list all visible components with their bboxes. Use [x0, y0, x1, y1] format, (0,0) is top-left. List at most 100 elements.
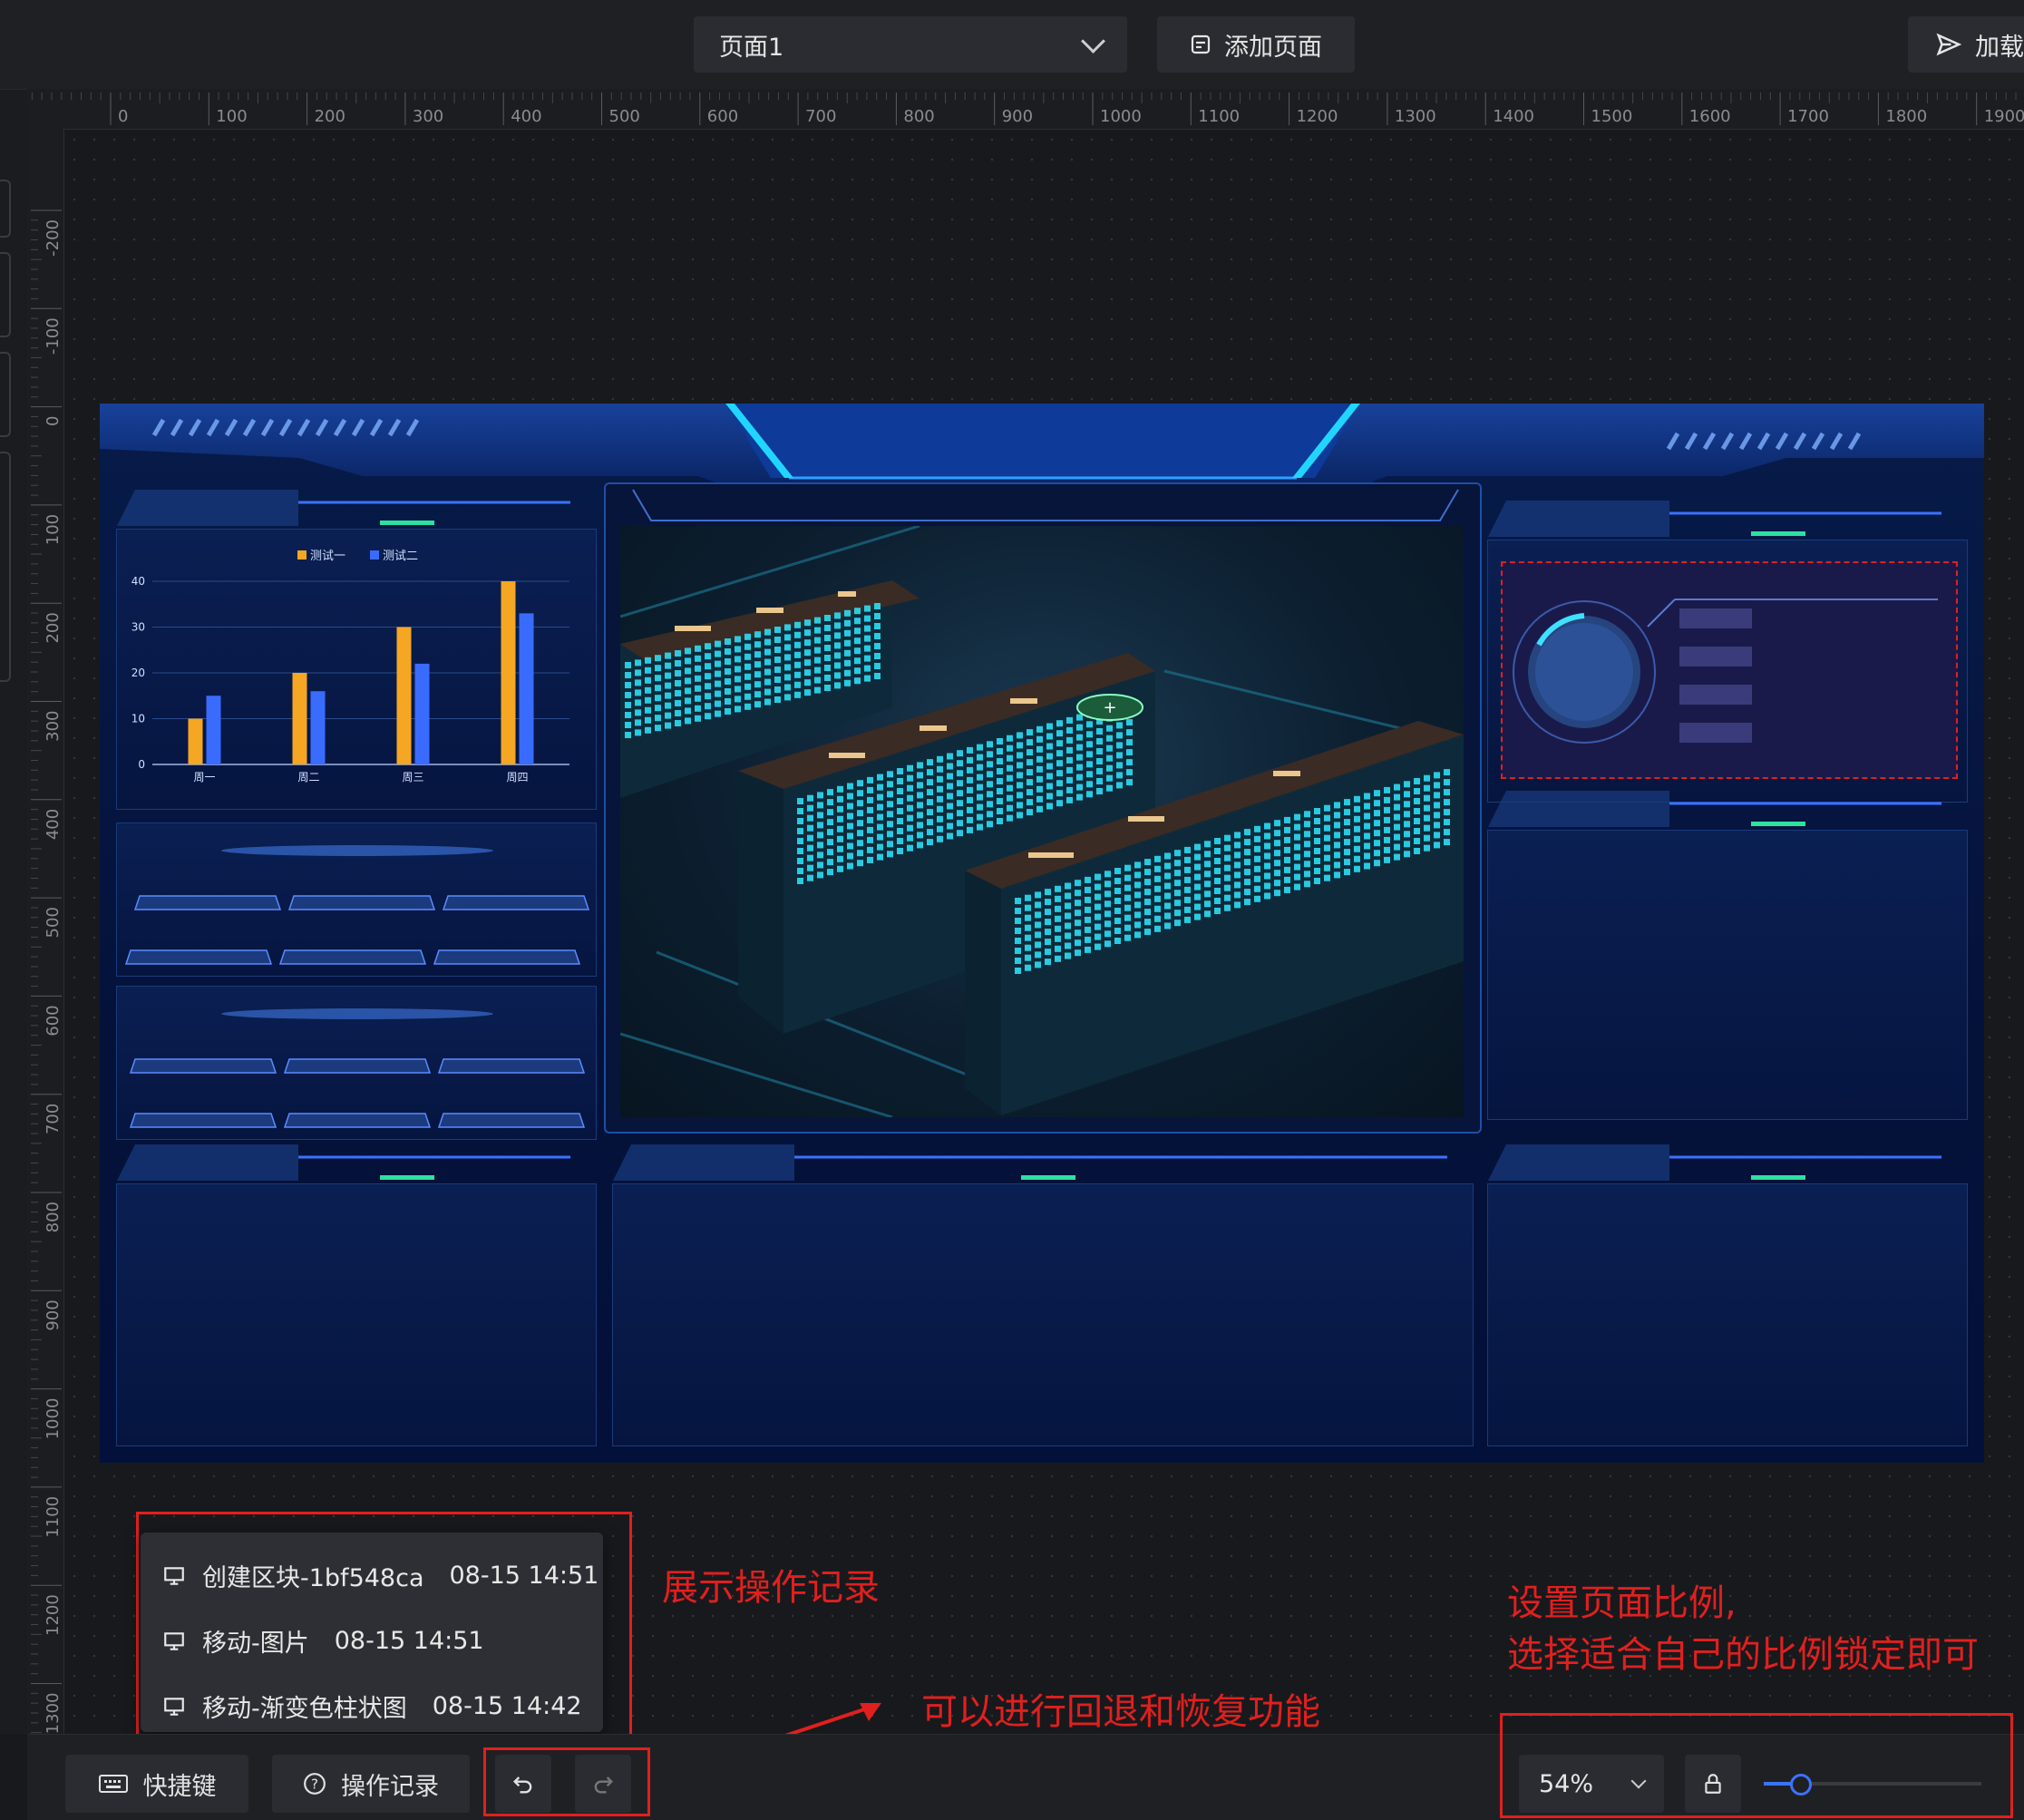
building-window — [1234, 852, 1241, 859]
ruler-tick-label: 100 — [216, 107, 247, 126]
bottom-right-panel[interactable] — [1487, 1144, 1968, 1446]
building-window — [1204, 900, 1211, 908]
building-window — [665, 682, 671, 689]
building-window — [754, 641, 761, 648]
building-window — [1144, 869, 1151, 876]
undo-button[interactable] — [495, 1755, 551, 1813]
building-window — [1144, 889, 1151, 896]
building-window — [1384, 796, 1390, 803]
building-window — [735, 656, 741, 663]
building-window — [1354, 825, 1360, 832]
right-mid-panel[interactable] — [1487, 791, 1968, 1120]
center-image-frame[interactable]: + — [604, 482, 1482, 1134]
building-window — [1106, 735, 1113, 742]
left-mid-panel[interactable] — [116, 822, 597, 977]
building-window — [957, 770, 963, 777]
hud-header-decoration — [100, 404, 1984, 490]
building-window — [977, 823, 983, 831]
y-tick-label: 10 — [131, 713, 145, 725]
building-window — [844, 679, 851, 686]
building-window — [887, 821, 893, 828]
building-window — [1056, 800, 1063, 807]
building-window — [1154, 875, 1161, 882]
left-panel-tab[interactable] — [0, 352, 11, 437]
building-window — [1294, 833, 1300, 841]
building-window — [967, 806, 973, 813]
history-item[interactable]: 移动-图片 08-15 14:51 — [162, 1623, 484, 1659]
publish-button[interactable]: 加载 — [1908, 16, 2024, 73]
building-window — [867, 846, 873, 853]
building-window — [1124, 874, 1131, 881]
building-window — [864, 615, 871, 622]
building-window — [1204, 871, 1211, 878]
history-item[interactable]: 移动-渐变色柱状图 08-15 14:42 — [162, 1689, 582, 1724]
building-window — [1274, 840, 1280, 847]
building-window — [764, 698, 771, 706]
building-window — [645, 706, 651, 714]
history-button[interactable]: ? 操作记录 — [272, 1755, 470, 1813]
building-window — [907, 814, 913, 822]
bar-chart[interactable]: 测试一 测试二 0 10 20 30 40 周一 周二 周三 周四 — [116, 538, 597, 810]
building-window — [1324, 854, 1330, 861]
bottom-left-panel[interactable] — [116, 1144, 597, 1446]
building-window — [1066, 776, 1073, 783]
ruler-tick-label: 200 — [315, 107, 345, 126]
building-window — [715, 660, 721, 667]
dashboard-artboard[interactable]: 测试一 测试二 0 10 20 30 40 周一 周二 周三 周四 + — [100, 404, 1984, 1463]
left-mid-panel[interactable] — [116, 986, 597, 1140]
zoom-select[interactable]: 54% — [1519, 1755, 1664, 1813]
shortcuts-button[interactable]: 快捷键 — [65, 1755, 248, 1813]
building-window — [1027, 729, 1033, 736]
history-item[interactable]: 创建区块-1bf548ca 08-15 14:51 — [162, 1558, 598, 1593]
monitor-icon — [164, 1631, 184, 1650]
building-window — [1214, 838, 1221, 844]
building-window — [1254, 885, 1260, 892]
building-window — [1106, 725, 1113, 732]
building-window — [827, 819, 833, 826]
lock-icon — [1705, 1774, 1721, 1794]
building-window — [1284, 826, 1290, 833]
building-window — [897, 768, 903, 774]
building-window — [744, 643, 751, 650]
building-window — [1194, 863, 1201, 871]
page-select[interactable]: 页面1 — [694, 16, 1127, 73]
building-window — [817, 871, 823, 879]
selected-gauge-widget[interactable] — [1501, 561, 1958, 779]
building-window — [1116, 722, 1123, 729]
building-window — [774, 696, 781, 703]
bottom-center-panel[interactable] — [612, 1144, 1474, 1446]
building-window — [625, 712, 631, 718]
building-window — [1086, 721, 1093, 728]
building-window — [1046, 733, 1053, 740]
zoom-slider[interactable] — [1764, 1774, 1981, 1796]
building-window — [754, 661, 761, 668]
building-window — [1204, 910, 1211, 918]
building-window — [834, 622, 841, 629]
building-window — [754, 681, 761, 688]
left-panel-tab[interactable] — [0, 452, 11, 682]
building-window — [1174, 850, 1181, 857]
building-window — [1025, 964, 1031, 971]
building-window — [1264, 882, 1270, 890]
lock-ratio-button[interactable] — [1685, 1755, 1741, 1813]
redo-button[interactable] — [575, 1755, 631, 1813]
building-window — [834, 662, 841, 669]
building-window — [1076, 793, 1083, 801]
building-window — [957, 780, 963, 787]
building-window — [807, 864, 813, 871]
building-window — [1324, 874, 1330, 881]
left-panel-tab[interactable] — [0, 180, 11, 238]
building-window — [987, 791, 993, 798]
add-page-button[interactable]: 添加页面 — [1157, 16, 1355, 73]
building-window — [1444, 829, 1450, 836]
building-window — [1264, 862, 1270, 870]
building-window — [857, 830, 863, 837]
building-window — [645, 716, 651, 724]
isometric-hospital-image[interactable]: + — [620, 526, 1464, 1117]
publish-label: 加载 — [1975, 33, 2024, 62]
left-panel-tab[interactable] — [0, 252, 11, 337]
building-window — [1086, 741, 1093, 748]
x-tick-label: 周三 — [402, 771, 423, 783]
building-window — [1354, 865, 1360, 872]
building-window — [807, 834, 813, 842]
